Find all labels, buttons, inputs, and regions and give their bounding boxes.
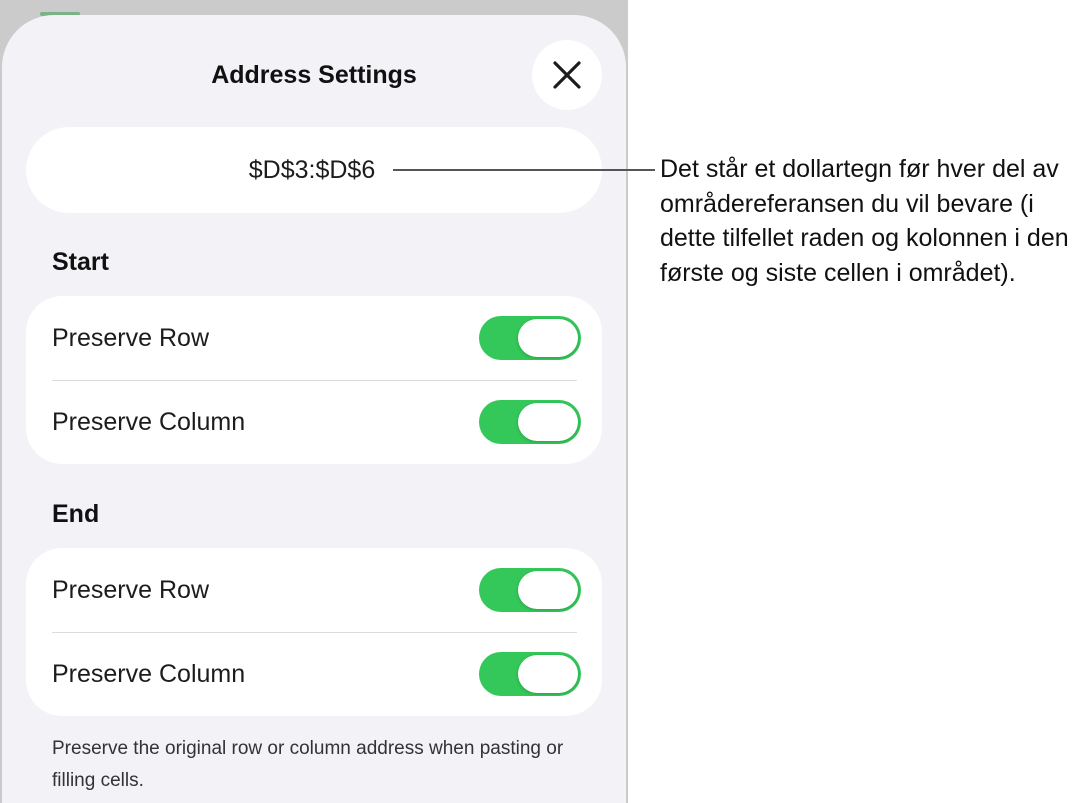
- end-preserve-column-label: Preserve Column: [52, 659, 246, 688]
- close-icon: [553, 61, 581, 89]
- close-button[interactable]: [532, 40, 602, 110]
- callout-text: Det står et dollartegn før hver del av o…: [660, 155, 1069, 287]
- end-group: Preserve Row Preserve Column: [26, 548, 602, 716]
- start-preserve-column-toggle[interactable]: [479, 400, 581, 444]
- start-preserve-column-label: Preserve Column: [52, 407, 246, 436]
- start-preserve-column: Preserve Column: [26, 380, 602, 464]
- footnote: Preserve the original row or column addr…: [52, 738, 564, 791]
- toggle-knob: [518, 655, 578, 693]
- end-preserve-column: Preserve Column: [26, 632, 602, 716]
- toggle-knob: [518, 403, 578, 441]
- callout-line: [393, 169, 655, 171]
- start-preserve-row-label: Preserve Row: [52, 323, 209, 352]
- start-preserve-row-toggle[interactable]: [479, 316, 581, 360]
- end-preserve-row-toggle[interactable]: [479, 568, 581, 612]
- end-preserve-row-label: Preserve Row: [52, 575, 209, 604]
- start-group: Preserve Row Preserve Column: [26, 296, 602, 464]
- address-value: $D$3:$D$6: [248, 155, 376, 184]
- end-preserve-column-toggle[interactable]: [479, 652, 581, 696]
- start-preserve-row: Preserve Row: [26, 296, 602, 380]
- start-heading: Start: [52, 248, 109, 276]
- toggle-knob: [518, 571, 578, 609]
- end-preserve-row: Preserve Row: [26, 548, 602, 632]
- toggle-knob: [518, 319, 578, 357]
- end-heading: End: [52, 500, 100, 528]
- address-settings-sheet: Address Settings $D$3:$D$6 Start Preserv…: [2, 15, 626, 803]
